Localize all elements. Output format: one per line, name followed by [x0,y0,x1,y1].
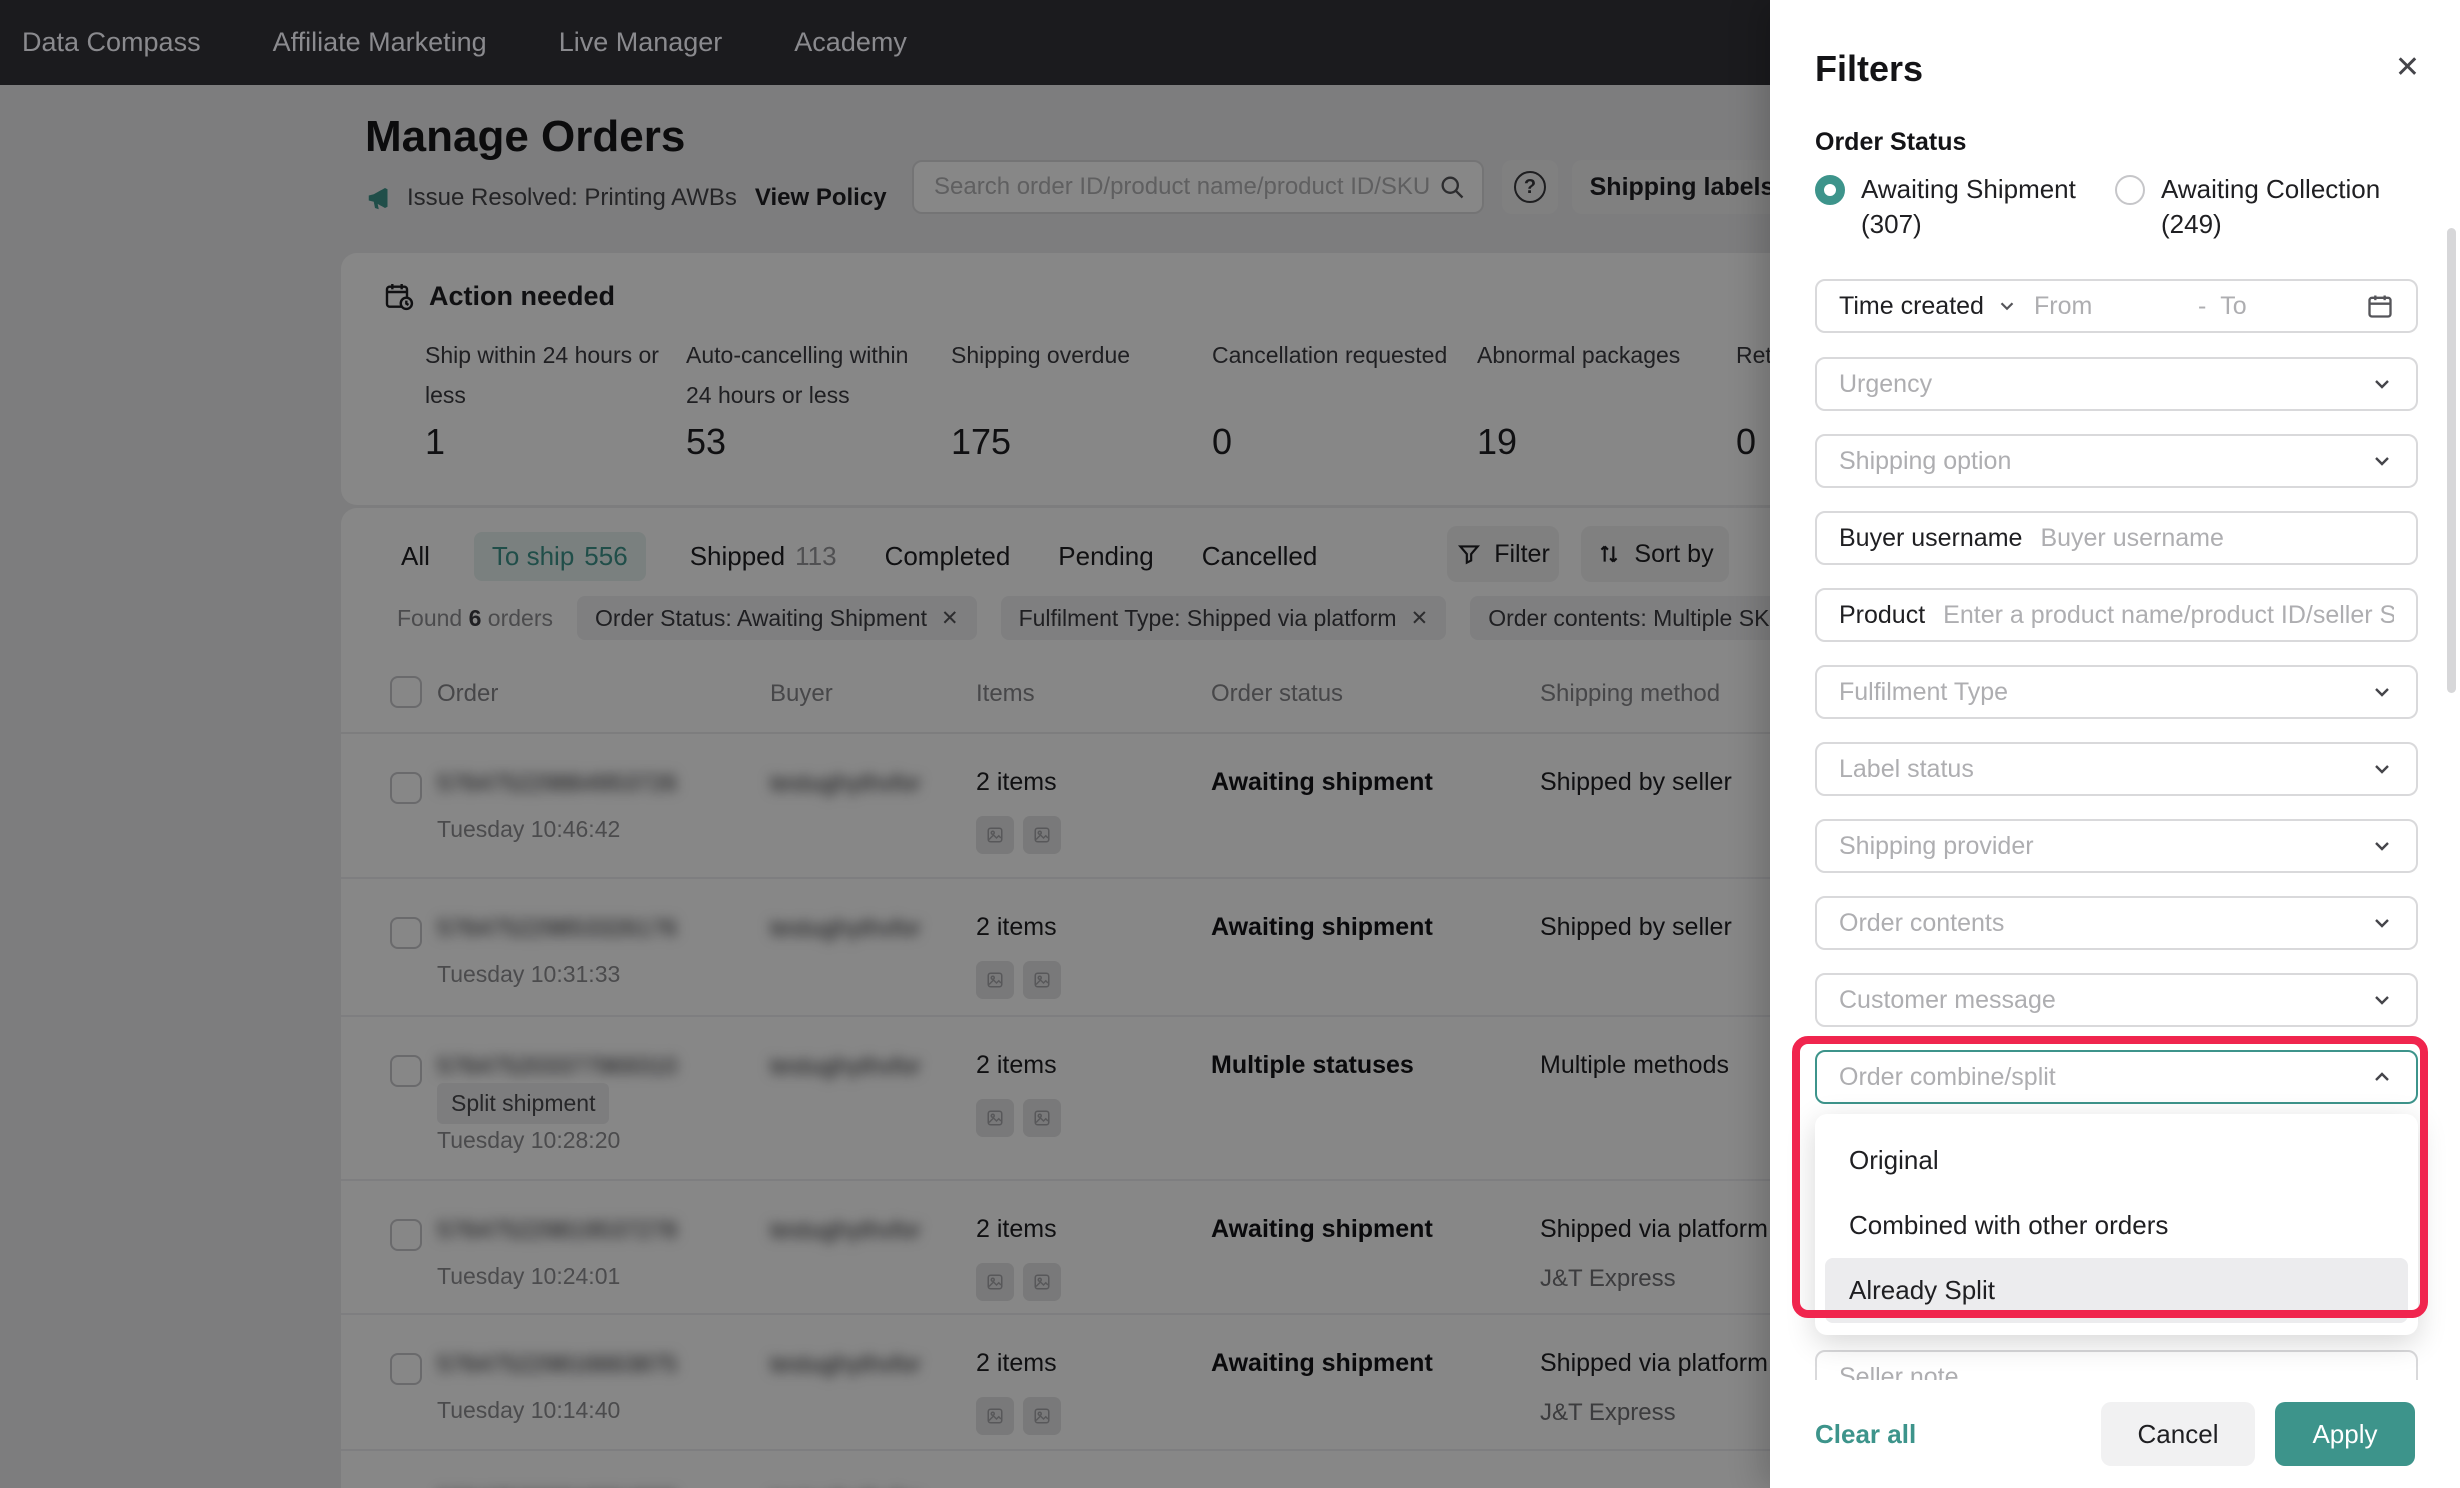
date-dash: - [2198,292,2206,321]
filters-footer: Clear all Cancel Apply [1770,1380,2460,1488]
chevron-down-icon [2370,834,2394,858]
label-status-select[interactable]: Label status [1815,742,2418,796]
select-placeholder: Fulfilment Type [1839,678,2008,707]
modal-backdrop[interactable] [0,85,1770,1488]
seller-center-screen: Data Compass Affiliate Marketing Live Ma… [0,0,2460,1488]
radio-awaiting-collection[interactable]: Awaiting Collection(249) [2115,172,2415,242]
order-combine-split-select[interactable]: Order combine/split [1815,1050,2418,1104]
combine-split-dropdown: Original Combined with other orders Alre… [1815,1114,2418,1335]
product-input[interactable] [1943,601,2394,630]
time-created-filter[interactable]: Time created From - To [1815,279,2418,333]
option-combined-with-other-orders[interactable]: Combined with other orders [1825,1193,2408,1258]
product-field[interactable]: Product [1815,588,2418,642]
time-created-label: Time created [1839,292,1984,321]
select-placeholder: Urgency [1839,370,1932,399]
field-label: Product [1839,601,1925,630]
urgency-select[interactable]: Urgency [1815,357,2418,411]
radio-unselected-icon [2115,175,2145,205]
apply-button[interactable]: Apply [2275,1402,2415,1466]
buyer-username-field[interactable]: Buyer username [1815,511,2418,565]
select-placeholder: Customer message [1839,986,2056,1015]
date-to-field[interactable]: To [2220,292,2246,321]
shipping-provider-select[interactable]: Shipping provider [1815,819,2418,873]
order-status-radio-group: Awaiting Shipment(307) Awaiting Collecti… [1815,172,2415,242]
chevron-down-icon [1996,295,2018,317]
select-placeholder: Order contents [1839,909,2004,938]
chevron-down-icon [2370,988,2394,1012]
chevron-up-icon [2370,1065,2394,1089]
close-icon[interactable]: ✕ [2395,50,2420,85]
order-contents-select[interactable]: Order contents [1815,896,2418,950]
panel-scrollbar[interactable] [2447,228,2456,693]
field-label: Buyer username [1839,524,2022,553]
chevron-down-icon [2370,757,2394,781]
filters-panel-title: Filters [1815,48,1923,90]
fulfilment-type-select[interactable]: Fulfilment Type [1815,665,2418,719]
radio-selected-icon [1815,175,1845,205]
order-status-section-label: Order Status [1815,128,1966,157]
filters-panel: Filters ✕ Order Status Awaiting Shipment… [1770,0,2460,1488]
select-placeholder: Order combine/split [1839,1063,2056,1092]
cancel-button[interactable]: Cancel [2101,1402,2255,1466]
radio-label: Awaiting Collection(249) [2161,172,2380,242]
chevron-down-icon [2370,449,2394,473]
option-already-split[interactable]: Already Split [1825,1258,2408,1323]
calendar-icon[interactable] [2366,292,2394,320]
customer-message-select[interactable]: Customer message [1815,973,2418,1027]
select-placeholder: Shipping option [1839,447,2011,476]
select-placeholder: Label status [1839,755,1974,784]
select-placeholder: Shipping provider [1839,832,2034,861]
radio-awaiting-shipment[interactable]: Awaiting Shipment(307) [1815,172,2115,242]
radio-label: Awaiting Shipment(307) [1861,172,2076,242]
chevron-down-icon [2370,680,2394,704]
date-from-field[interactable]: From [2034,292,2184,321]
buyer-username-input[interactable] [2040,524,2394,553]
chevron-down-icon [2370,911,2394,935]
chevron-down-icon [2370,372,2394,396]
option-original[interactable]: Original [1825,1128,2408,1193]
shipping-option-select[interactable]: Shipping option [1815,434,2418,488]
panel-clear-all-link[interactable]: Clear all [1815,1419,1916,1450]
